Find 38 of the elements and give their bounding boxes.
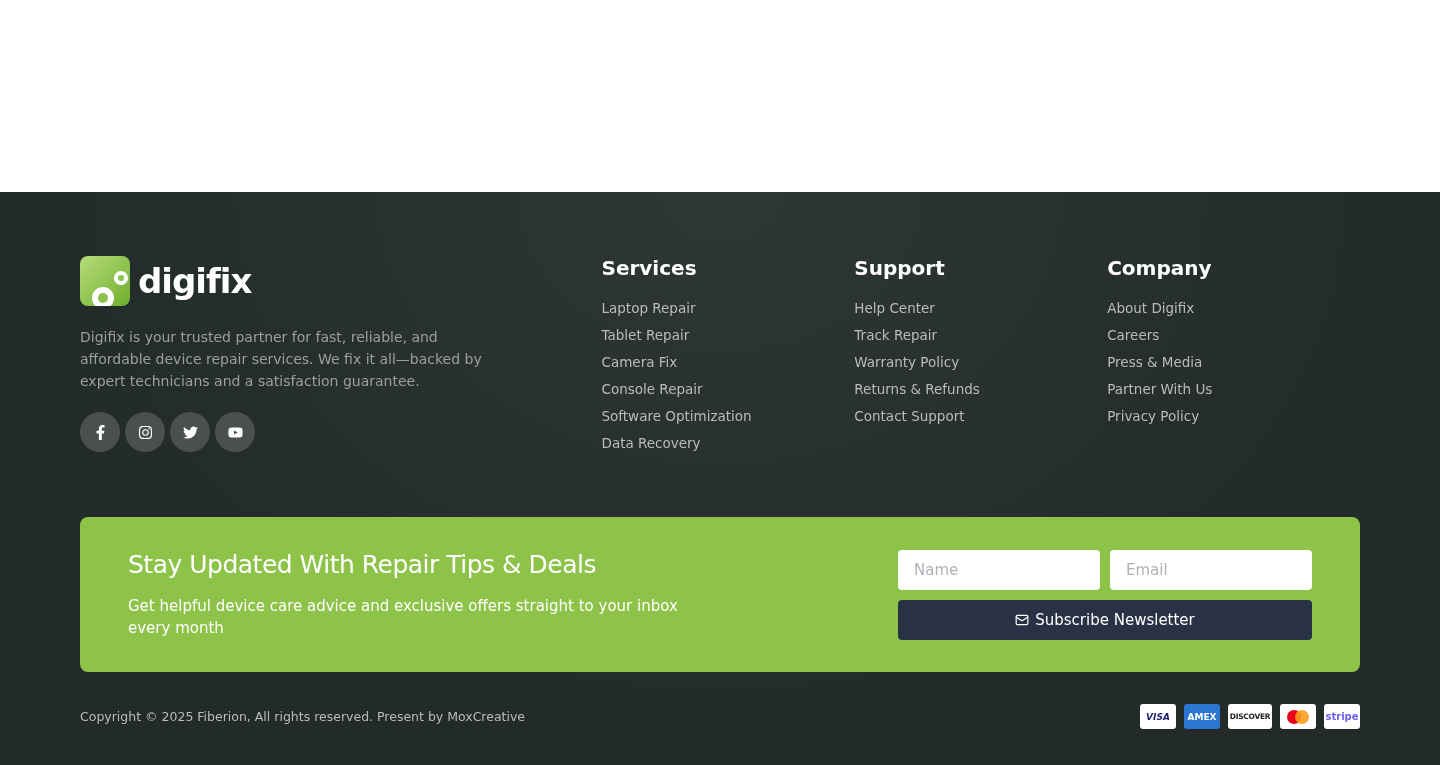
- newsletter-text: Get helpful device care advice and exclusive offers straight to your inbox every month: [128, 596, 679, 639]
- social-link[interactable]: [80, 412, 120, 452]
- social-link[interactable]: [170, 412, 210, 452]
- footer-link[interactable]: Console Repair: [601, 379, 703, 399]
- payment-logo: VISA: [1140, 704, 1176, 729]
- mastercard-logo-icon: [1280, 704, 1316, 729]
- footer-link[interactable]: Laptop Repair: [601, 298, 696, 318]
- social-link[interactable]: [125, 412, 165, 452]
- copyright-text: Copyright © 2025 Fiberion, All rights reserved. Present by MoxCreative: [80, 709, 526, 724]
- name-field[interactable]: Name: [898, 549, 1100, 590]
- subscribe-button[interactable]: Subscribe Newsletter: [898, 599, 1312, 640]
- twitter-icon: [182, 424, 198, 440]
- newsletter-title: Stay Updated With Repair Tips & Deals: [128, 550, 597, 579]
- footer-link[interactable]: Careers: [1107, 325, 1160, 345]
- payment-logo: stripe: [1324, 704, 1360, 729]
- brand-logo-text: digifix: [138, 261, 252, 301]
- footer-link[interactable]: Software Optimization: [601, 406, 752, 426]
- footer-link[interactable]: About Digifix: [1107, 298, 1195, 318]
- footer-link[interactable]: Contact Support: [854, 406, 965, 426]
- instagram-icon: [137, 424, 153, 440]
- social-link[interactable]: [215, 412, 255, 452]
- brand-description: Digifix is your trusted partner for fast, reliable, and affordable device repair services. We fix it all—backed by expert technicians and a satisfaction guarantee.: [80, 328, 483, 391]
- mail-icon: [1015, 612, 1030, 627]
- footer-link[interactable]: Tablet Repair: [601, 325, 690, 345]
- footer-link[interactable]: Press & Media: [1107, 352, 1203, 372]
- footer-link[interactable]: Partner With Us: [1107, 379, 1213, 399]
- footer-link[interactable]: Privacy Policy: [1107, 406, 1200, 426]
- footer-link[interactable]: Data Recovery: [601, 433, 701, 453]
- column-heading: Support: [854, 256, 946, 280]
- column-heading: Services: [601, 256, 698, 280]
- column-heading: Company: [1107, 256, 1213, 280]
- footer-link[interactable]: Track Repair: [854, 325, 938, 345]
- footer-link[interactable]: Returns & Refunds: [854, 379, 980, 399]
- footer-link[interactable]: Camera Fix: [601, 352, 678, 372]
- payment-logo: AMEX: [1184, 704, 1220, 729]
- footer-link[interactable]: Warranty Policy: [854, 352, 960, 372]
- email-field[interactable]: Email: [1110, 549, 1312, 590]
- footer-link[interactable]: Help Center: [854, 298, 935, 318]
